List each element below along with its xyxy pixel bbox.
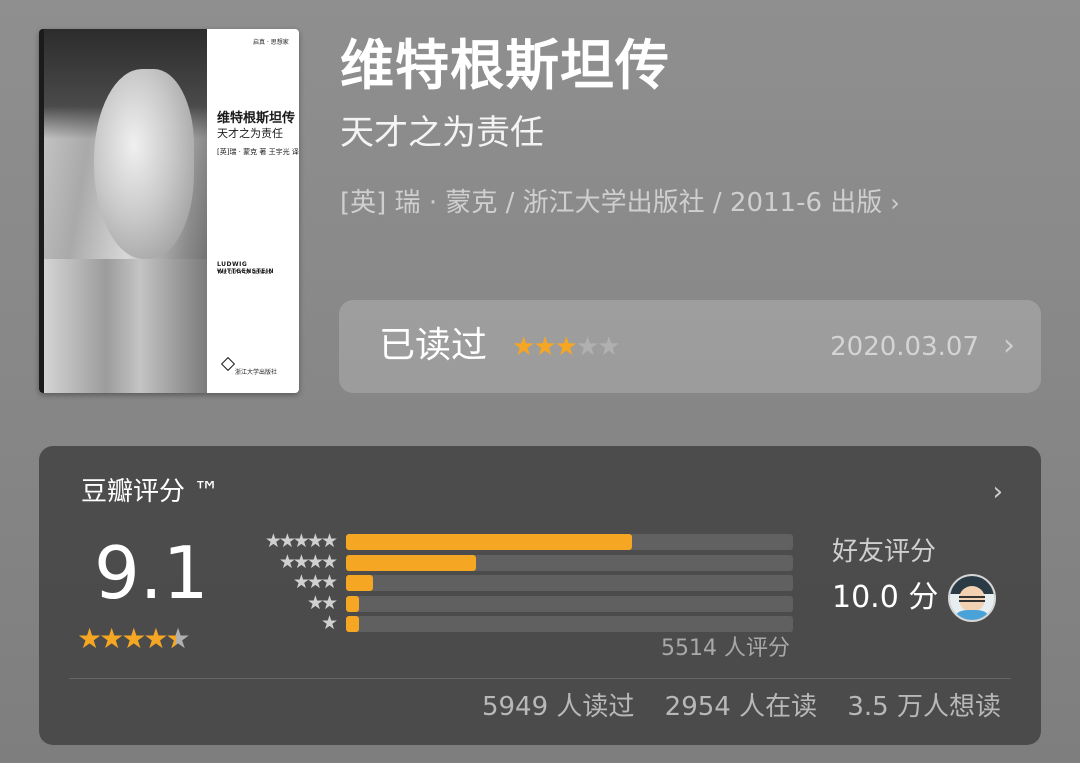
star-half-icon: ★★ bbox=[165, 622, 190, 655]
reading-stats: 5949 人读过 2954 人在读 3.5 万人想读 bbox=[460, 688, 1001, 726]
my-rating-stars: ★★★★★ bbox=[512, 330, 621, 364]
cover-authors: [英]瑞 · 蒙克 著 王宇光 译 bbox=[217, 148, 299, 156]
read-status-card[interactable]: 已读过 ★★★★★ 2020.03.07 › bbox=[339, 300, 1041, 393]
histogram-bar bbox=[346, 595, 360, 612]
histogram-star-label: ★★★★★ bbox=[264, 530, 338, 552]
friend-avatar[interactable] bbox=[948, 574, 996, 622]
histogram-star-label: ★ bbox=[320, 612, 338, 634]
histogram-track bbox=[346, 616, 793, 632]
histogram-bar bbox=[346, 616, 360, 632]
stat-reading: 2954 人在读 bbox=[664, 692, 818, 722]
cover-en-subtitle: THE DUTY OF GENIUS bbox=[217, 270, 272, 276]
star-filled-icon: ★ bbox=[77, 622, 102, 655]
histogram-track bbox=[346, 595, 793, 612]
average-score: 9.1 bbox=[94, 531, 209, 615]
rating-card-title: 豆瓣评分 ™ bbox=[81, 477, 220, 507]
star-empty-icon: ★ bbox=[597, 332, 620, 362]
cover-publisher: 浙江大学出版社 bbox=[235, 369, 278, 376]
stat-want: 3.5 万人想读 bbox=[847, 692, 1001, 722]
average-score-stars: ★★★★★★ bbox=[77, 622, 191, 656]
histogram-bar bbox=[346, 575, 373, 591]
star-filled-icon: ★ bbox=[143, 622, 168, 655]
douban-rating-card: 豆瓣评分 ™ › 9.1 ★★★★★★ ★★★★★★★★★★★★★★★ 5514… bbox=[39, 446, 1041, 745]
read-status-label: 已读过 bbox=[379, 325, 488, 366]
rating-count: 5514 人评分 bbox=[661, 636, 790, 661]
stat-read: 5949 人读过 bbox=[481, 692, 635, 722]
chevron-right-icon: › bbox=[890, 189, 900, 217]
star-filled-icon: ★ bbox=[121, 622, 146, 655]
star-filled-icon: ★ bbox=[512, 332, 535, 362]
book-cover[interactable]: 启真 · 思想家 维特根斯坦传 天才之为责任 [英]瑞 · 蒙克 著 王宇光 译… bbox=[39, 29, 299, 393]
book-subtitle: 天才之为责任 bbox=[340, 113, 544, 153]
book-title: 维特根斯坦传 bbox=[340, 34, 670, 97]
divider bbox=[69, 678, 1011, 679]
friend-rating-label: 好友评分 bbox=[832, 537, 937, 567]
histogram-star-label: ★★★ bbox=[292, 571, 338, 593]
friend-rating-score: 10.0 分 bbox=[832, 580, 939, 615]
star-filled-icon: ★ bbox=[554, 332, 578, 362]
publisher-logo-icon bbox=[220, 356, 236, 372]
star-filled-icon: ★ bbox=[99, 622, 124, 655]
read-date: 2020.03.07 bbox=[830, 332, 979, 362]
star-filled-icon: ★ bbox=[533, 332, 556, 362]
cover-portrait-photo bbox=[39, 29, 207, 393]
cover-subtitle: 天才之为责任 bbox=[217, 127, 283, 140]
star-empty-icon: ★ bbox=[575, 332, 599, 362]
histogram-track bbox=[346, 534, 793, 550]
histogram-track bbox=[346, 575, 793, 591]
chevron-right-icon: › bbox=[1003, 328, 1015, 363]
cover-series-label: 启真 · 思想家 bbox=[253, 39, 289, 46]
cover-title: 维特根斯坦传 bbox=[217, 111, 296, 126]
histogram-star-label: ★★ bbox=[306, 591, 338, 614]
histogram-star-label: ★★★★ bbox=[278, 550, 338, 573]
histogram-bar bbox=[346, 534, 633, 550]
histogram-bar bbox=[346, 554, 476, 571]
book-meta-link[interactable]: [英] 瑞 · 蒙克 / 浙江大学出版社 / 2011-6 出版 › bbox=[340, 183, 900, 223]
chevron-right-icon[interactable]: › bbox=[993, 474, 1003, 510]
book-meta-text: [英] 瑞 · 蒙克 / 浙江大学出版社 / 2011-6 出版 bbox=[340, 188, 883, 218]
histogram-track bbox=[346, 554, 793, 571]
